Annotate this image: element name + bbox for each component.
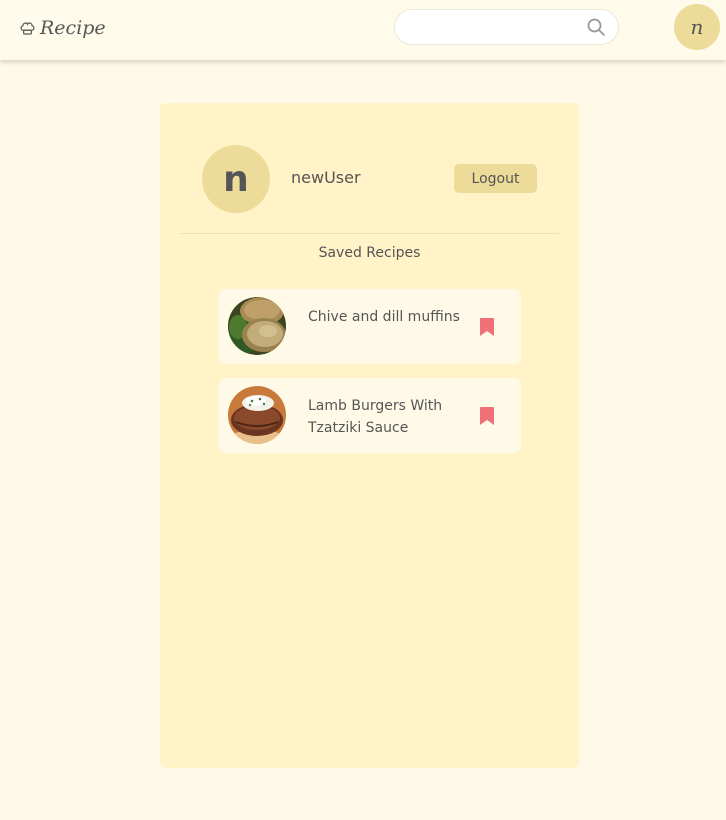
- chef-hat-icon: [20, 21, 35, 35]
- search-input[interactable]: [409, 16, 579, 38]
- saved-recipes-list: Chive and dill muffins Lamb Burgers With…: [219, 289, 521, 467]
- lamb-burger-photo: [228, 386, 286, 444]
- muffins-photo: [228, 297, 286, 355]
- bookmark-filled-icon[interactable]: [480, 318, 494, 336]
- recipe-thumbnail[interactable]: [228, 386, 286, 444]
- bookmark-filled-icon[interactable]: [480, 407, 494, 425]
- saved-recipe-item[interactable]: Lamb Burgers With Tzatziki Sauce: [219, 378, 521, 453]
- profile-avatar-initial: n: [223, 158, 249, 200]
- user-avatar[interactable]: n: [674, 4, 720, 50]
- divider: [180, 233, 559, 234]
- top-navbar: Recipe n: [0, 0, 726, 60]
- recipe-thumbnail[interactable]: [228, 297, 286, 355]
- recipe-title[interactable]: Lamb Burgers With Tzatziki Sauce: [308, 395, 468, 439]
- logout-button[interactable]: Logout: [454, 164, 537, 193]
- search-bar: [394, 9, 619, 45]
- search-icon[interactable]: [586, 17, 606, 37]
- brand-logo[interactable]: Recipe: [19, 15, 106, 41]
- profile-avatar: n: [202, 145, 270, 213]
- recipe-title[interactable]: Chive and dill muffins: [308, 306, 468, 328]
- saved-recipe-item[interactable]: Chive and dill muffins: [219, 289, 521, 364]
- profile-card: n newUser Logout Saved Recipes Chive and…: [160, 103, 579, 768]
- profile-username: newUser: [291, 168, 361, 187]
- brand-name: Recipe: [40, 17, 106, 39]
- saved-recipes-heading: Saved Recipes: [318, 245, 421, 261]
- user-avatar-initial: n: [690, 15, 704, 39]
